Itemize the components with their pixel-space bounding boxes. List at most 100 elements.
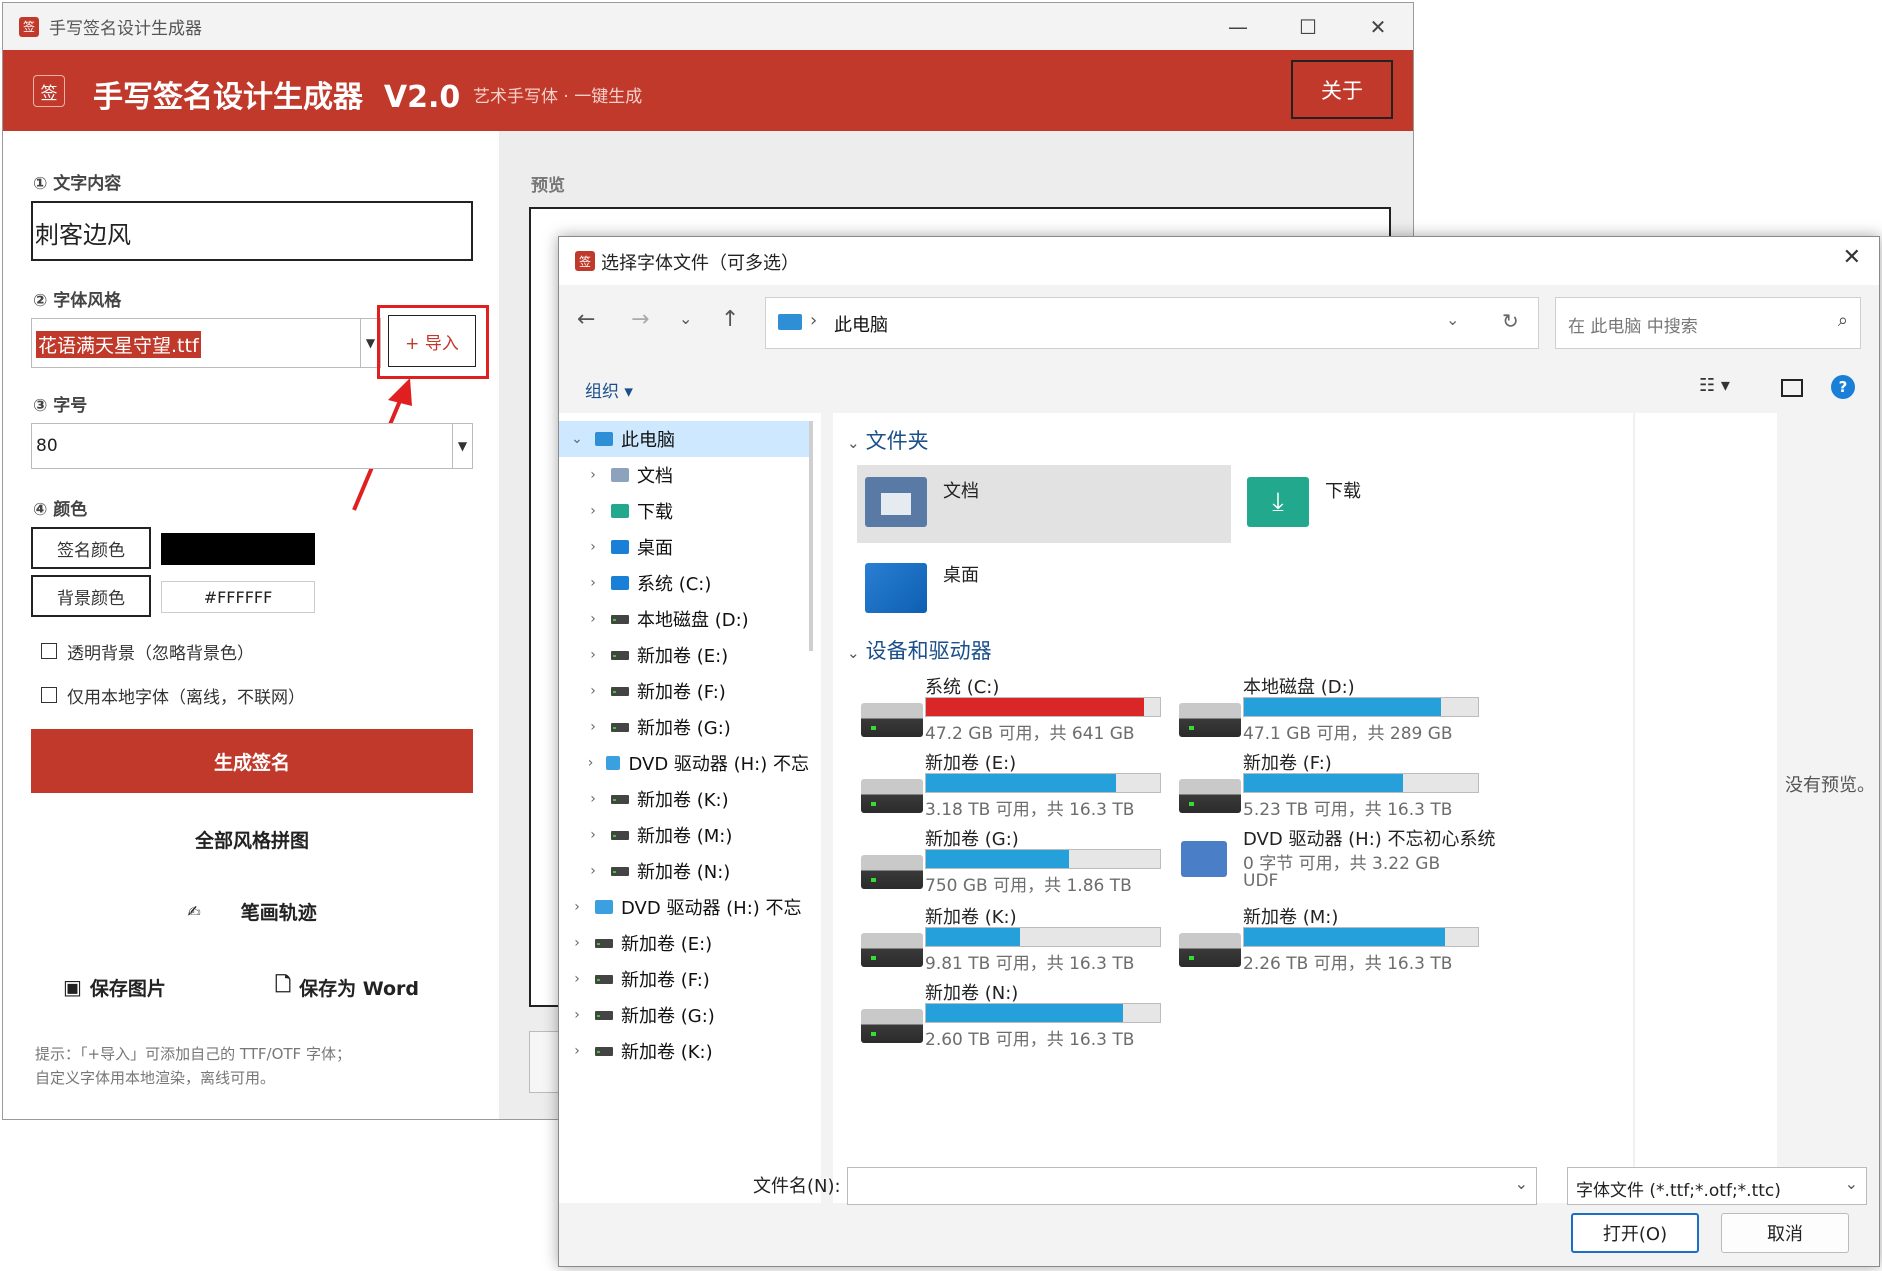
folders-group-header[interactable]: ⌄ 文件夹 [847, 425, 929, 455]
drive-space: 2.26 TB 可用，共 16.3 TB [1243, 954, 1453, 974]
tree-item[interactable]: › 新加卷 (N:) [559, 853, 809, 889]
chevron-right-icon[interactable]: › [581, 683, 605, 699]
tree-item[interactable]: › 新加卷 (F:) [559, 673, 809, 709]
tree-scrollbar[interactable] [809, 421, 813, 651]
font-select[interactable]: 花语满天星守望.ttf ▼ [31, 318, 381, 368]
chevron-right-icon[interactable]: › [581, 719, 605, 735]
transparent-bg-checkbox[interactable] [41, 643, 57, 659]
tree-item[interactable]: › 新加卷 (F:) [559, 961, 809, 997]
chevron-down-icon[interactable]: ⌄ [1845, 1174, 1858, 1193]
chevron-right-icon[interactable]: › [581, 755, 600, 771]
chevron-down-icon[interactable]: ⌄ [1515, 1174, 1528, 1193]
devices-group-header[interactable]: ⌄ 设备和驱动器 [847, 635, 992, 665]
close-button[interactable]: ✕ [1343, 3, 1413, 50]
filetype-select[interactable]: 字体文件 (*.ttf;*.otf;*.ttc) ⌄ [1567, 1167, 1867, 1205]
drive-tile[interactable]: DVD 驱动器 (H:) 不忘初心系统 0 字节 可用，共 3.22 GB UDF [1175, 825, 1496, 899]
chevron-right-icon[interactable]: › [565, 1007, 589, 1023]
back-icon[interactable]: ← [577, 307, 595, 332]
cancel-button[interactable]: 取消 [1721, 1213, 1849, 1253]
chevron-right-icon[interactable]: › [581, 791, 605, 807]
tree-item[interactable]: › 新加卷 (M:) [559, 817, 809, 853]
local-font-checkbox[interactable] [41, 687, 57, 703]
tree-item[interactable]: › 新加卷 (K:) [559, 1033, 809, 1069]
tree-item[interactable]: › 文档 [559, 457, 809, 493]
open-button[interactable]: 打开(O) [1571, 1213, 1699, 1253]
signature-color-swatch[interactable] [161, 533, 315, 565]
tree-item-label: 新加卷 (E:) [621, 934, 713, 955]
tree-item[interactable]: › 系统 (C:) [559, 565, 809, 601]
drive-tile[interactable]: 新加卷 (K:) 9.81 TB 可用，共 16.3 TB [857, 903, 1167, 977]
drive-space: 47.1 GB 可用，共 289 GB [1243, 724, 1453, 744]
import-font-button[interactable]: + 导入 [388, 315, 476, 367]
navigation-tree: ⌄ 此电脑 › 文档 › 下载 › 桌面 › 系统 (C:) › 本地磁盘 (D:) › 新加卷 (E:)… [559, 413, 821, 1203]
drive-tile[interactable]: 系统 (C:) 47.2 GB 可用，共 641 GB [857, 673, 1167, 747]
address-bar[interactable]: › 此电脑 ⌄ ↻ [765, 297, 1539, 349]
main-titlebar: 签 手写签名设计生成器 — ☐ ✕ [3, 3, 1413, 50]
dialog-close-icon[interactable]: ✕ [1843, 245, 1861, 270]
stroke-button[interactable]: ✍ 笔画轨迹 [31, 891, 473, 931]
chevron-right-icon[interactable]: › [581, 575, 605, 591]
chevron-right-icon[interactable]: › [565, 935, 589, 951]
drive-tile[interactable]: 新加卷 (N:) 2.60 TB 可用，共 16.3 TB [857, 979, 1167, 1053]
chevron-right-icon[interactable]: › [581, 647, 605, 663]
background-color-button[interactable]: 背景颜色 [31, 575, 151, 617]
tree-item[interactable]: ⌄ 此电脑 [559, 421, 809, 457]
drive-tile[interactable]: 新加卷 (F:) 5.23 TB 可用，共 16.3 TB [1175, 749, 1485, 823]
save-image-button[interactable]: ▣ 保存图片 [63, 967, 166, 1007]
drive-space: 750 GB 可用，共 1.86 TB [925, 876, 1132, 896]
chevron-right-icon[interactable]: › [565, 1043, 589, 1059]
minimize-button[interactable]: — [1203, 3, 1273, 50]
tree-item[interactable]: › 新加卷 (E:) [559, 637, 809, 673]
about-button[interactable]: 关于 [1291, 60, 1393, 119]
tree-item[interactable]: › 新加卷 (K:) [559, 781, 809, 817]
organize-menu[interactable]: 组织 ▾ [585, 377, 633, 402]
chevron-right-icon[interactable]: › [581, 863, 605, 879]
chevron-right-icon[interactable]: › [581, 827, 605, 843]
preview-pane-icon[interactable] [1781, 379, 1803, 397]
help-icon[interactable]: ? [1831, 375, 1855, 399]
view-options-icon[interactable]: ☷ ▾ [1699, 375, 1730, 396]
chevron-down-icon[interactable]: ▼ [452, 424, 472, 468]
drive-tile[interactable]: 本地磁盘 (D:) 47.1 GB 可用，共 289 GB [1175, 673, 1485, 747]
size-select[interactable]: 80 ▼ [31, 423, 473, 469]
text-input[interactable]: 刺客边风 [31, 201, 473, 261]
refresh-icon[interactable]: ↻ [1502, 309, 1519, 333]
chevron-right-icon[interactable]: › [581, 611, 605, 627]
collage-button[interactable]: 全部风格拼图 [31, 819, 473, 859]
folder-item-documents[interactable]: 文档 [857, 465, 1231, 543]
chevron-right-icon[interactable]: › [565, 899, 589, 915]
drive-tile[interactable]: 新加卷 (E:) 3.18 TB 可用，共 16.3 TB [857, 749, 1167, 823]
tree-item[interactable]: › 桌面 [559, 529, 809, 565]
background-color-swatch[interactable]: #FFFFFF [161, 581, 315, 613]
chevron-right-icon[interactable]: › [581, 539, 605, 555]
tree-item[interactable]: › 新加卷 (G:) [559, 709, 809, 745]
chevron-right-icon[interactable]: › [565, 971, 589, 987]
save-word-button[interactable]: 🗋 保存为 Word [275, 967, 419, 1007]
tree-item[interactable]: › 下载 [559, 493, 809, 529]
chevron-down-icon[interactable]: ⌄ [565, 431, 589, 447]
brush-icon: ✍ [187, 901, 201, 921]
tree-item-label: 新加卷 (G:) [637, 718, 731, 739]
tree-item[interactable]: › DVD 驱动器 (H:) 不忘 [559, 745, 809, 781]
folder-item-desktop[interactable]: 桌面 [857, 549, 1231, 627]
folder-item-downloads[interactable]: ⤓ 下载 [1239, 465, 1613, 543]
generate-button[interactable]: 生成签名 [31, 729, 473, 793]
tree-item[interactable]: › 新加卷 (G:) [559, 997, 809, 1033]
tree-item[interactable]: › DVD 驱动器 (H:) 不忘 [559, 889, 809, 925]
tree-item[interactable]: › 新加卷 (E:) [559, 925, 809, 961]
tree-item[interactable]: › 本地磁盘 (D:) [559, 601, 809, 637]
up-icon[interactable]: ↑ [721, 307, 739, 332]
search-box[interactable]: 在 此电脑 中搜索 ⌕ [1555, 297, 1861, 349]
chevron-right-icon[interactable]: › [581, 503, 605, 519]
address-dropdown-icon[interactable]: ⌄ [1446, 310, 1459, 329]
drive-icon [595, 938, 613, 948]
drive-usage-fill [926, 698, 1144, 716]
maximize-button[interactable]: ☐ [1273, 3, 1343, 50]
chevron-right-icon[interactable]: › [581, 467, 605, 483]
signature-color-button[interactable]: 签名颜色 [31, 527, 151, 569]
forward-icon[interactable]: → [631, 307, 649, 332]
recent-chevron-icon[interactable]: ⌄ [679, 309, 692, 328]
drive-tile[interactable]: 新加卷 (M:) 2.26 TB 可用，共 16.3 TB [1175, 903, 1485, 977]
filename-input[interactable]: ⌄ [847, 1167, 1537, 1205]
drive-tile[interactable]: 新加卷 (G:) 750 GB 可用，共 1.86 TB [857, 825, 1167, 899]
